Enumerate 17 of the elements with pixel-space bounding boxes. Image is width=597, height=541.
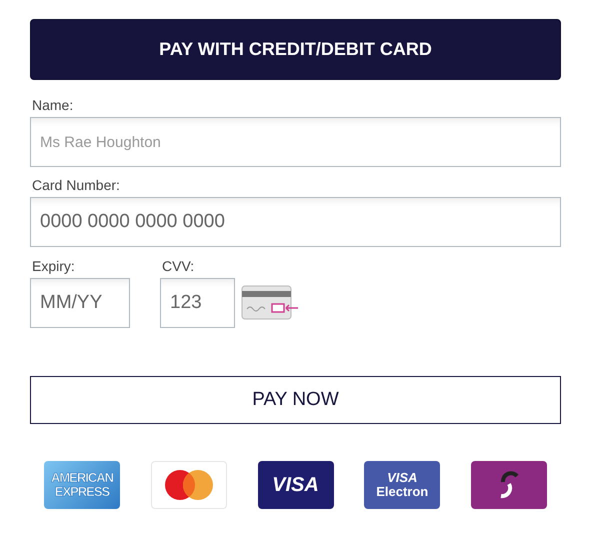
field-label: CVV: — [162, 258, 194, 274]
logo-text: Electron — [376, 485, 428, 499]
input-field[interactable]: 0000 0000 0000 0000 — [30, 197, 561, 247]
cvv-field[interactable]: 123 — [160, 278, 235, 328]
circles-icon — [164, 470, 213, 500]
pay-now-button[interactable]: PAY NOW — [30, 376, 561, 424]
input-field[interactable]: Ms Rae Houghton — [30, 117, 561, 167]
field-label: Name: — [32, 97, 74, 113]
header-button[interactable]: PAY WITH CREDIT/DEBIT CARD — [30, 19, 561, 80]
field-label: Expiry: — [32, 258, 75, 274]
logo-text: EXPRESS — [54, 485, 110, 499]
logo-text: VISA — [387, 471, 418, 485]
expiry-field[interactable]: MM/YY — [30, 278, 130, 328]
logo-text: VISA — [272, 474, 319, 496]
card-back-icon — [241, 285, 299, 321]
logo-text: AMERICAN — [50, 471, 114, 485]
field-label: Card Number: — [32, 177, 120, 193]
